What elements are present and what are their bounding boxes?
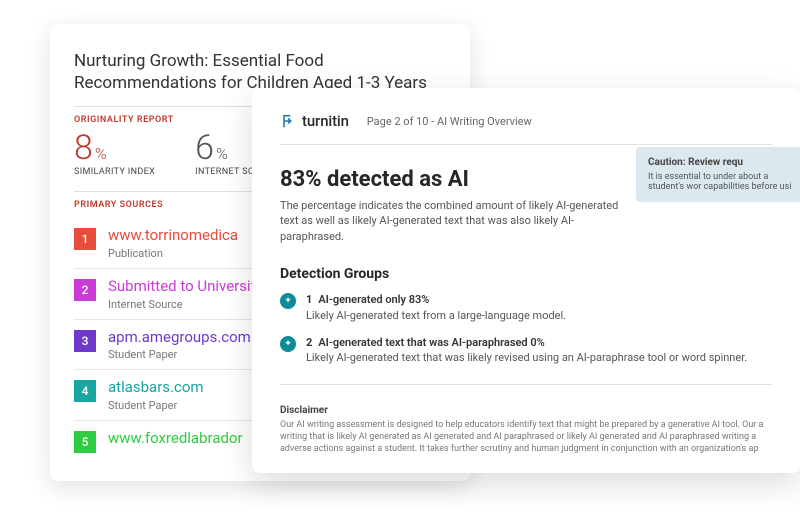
detection-group: ✦ 2 AI-generated text that was AI-paraph… [280,335,772,366]
brand-name: turnitin [302,112,349,130]
turnitin-logo: turnitin [280,112,349,130]
report-header: turnitin Page 2 of 10 - AI Writing Overv… [280,112,772,130]
source-type: Student Paper [108,399,204,412]
source-number: 1 [74,228,96,250]
group-description: Likely AI-generated text from a large-la… [306,308,566,323]
disclaimer-text: Our AI writing assessment is designed to… [280,419,772,455]
ai-icon: ✦ [280,293,296,309]
source-number: 3 [74,330,96,352]
detection-group: ✦ 1 AI-generated only 83% Likely AI-gene… [280,292,772,323]
group-description: Likely AI-generated text that was likely… [306,350,747,365]
detection-groups-title: Detection Groups [280,266,772,282]
ai-writing-report-card: turnitin Page 2 of 10 - AI Writing Overv… [252,88,800,473]
percent-symbol: % [95,146,107,162]
caution-body: It is essential to under about a student… [648,172,794,192]
source-link[interactable]: atlasbars.com [108,378,204,397]
source-number: 2 [74,279,96,301]
ai-icon: ✦ [280,336,296,352]
group-title: AI-generated only 83% [318,292,429,307]
source-link[interactable]: www.foxredlabrador [108,429,243,448]
source-type: Student Paper [108,348,251,361]
percent-symbol: % [216,146,228,162]
divider [280,144,772,145]
similarity-index: 8 % SIMILARITY INDEX [74,131,155,177]
source-type: Publication [108,247,238,260]
turnitin-icon [280,113,296,129]
similarity-label: SIMILARITY INDEX [74,167,155,177]
group-number: 1 [306,292,312,307]
ai-detection-subtext: The percentage indicates the combined am… [280,198,620,244]
similarity-value: 8 [74,131,93,165]
source-number: 4 [74,380,96,402]
divider [280,384,772,385]
internet-value: 6 [195,131,214,165]
source-link[interactable]: apm.amegroups.com [108,328,251,347]
source-number: 5 [74,431,96,453]
group-number: 2 [306,335,312,350]
caution-title: Caution: Review requ [648,157,794,168]
page-indicator: Page 2 of 10 - AI Writing Overview [367,115,532,128]
group-title: AI-generated text that was AI-paraphrase… [318,335,544,350]
caution-panel: Caution: Review requ It is essential to … [636,147,800,202]
disclaimer-heading: Disclaimer [280,405,772,416]
source-link[interactable]: www.torrinomedica [108,226,238,245]
